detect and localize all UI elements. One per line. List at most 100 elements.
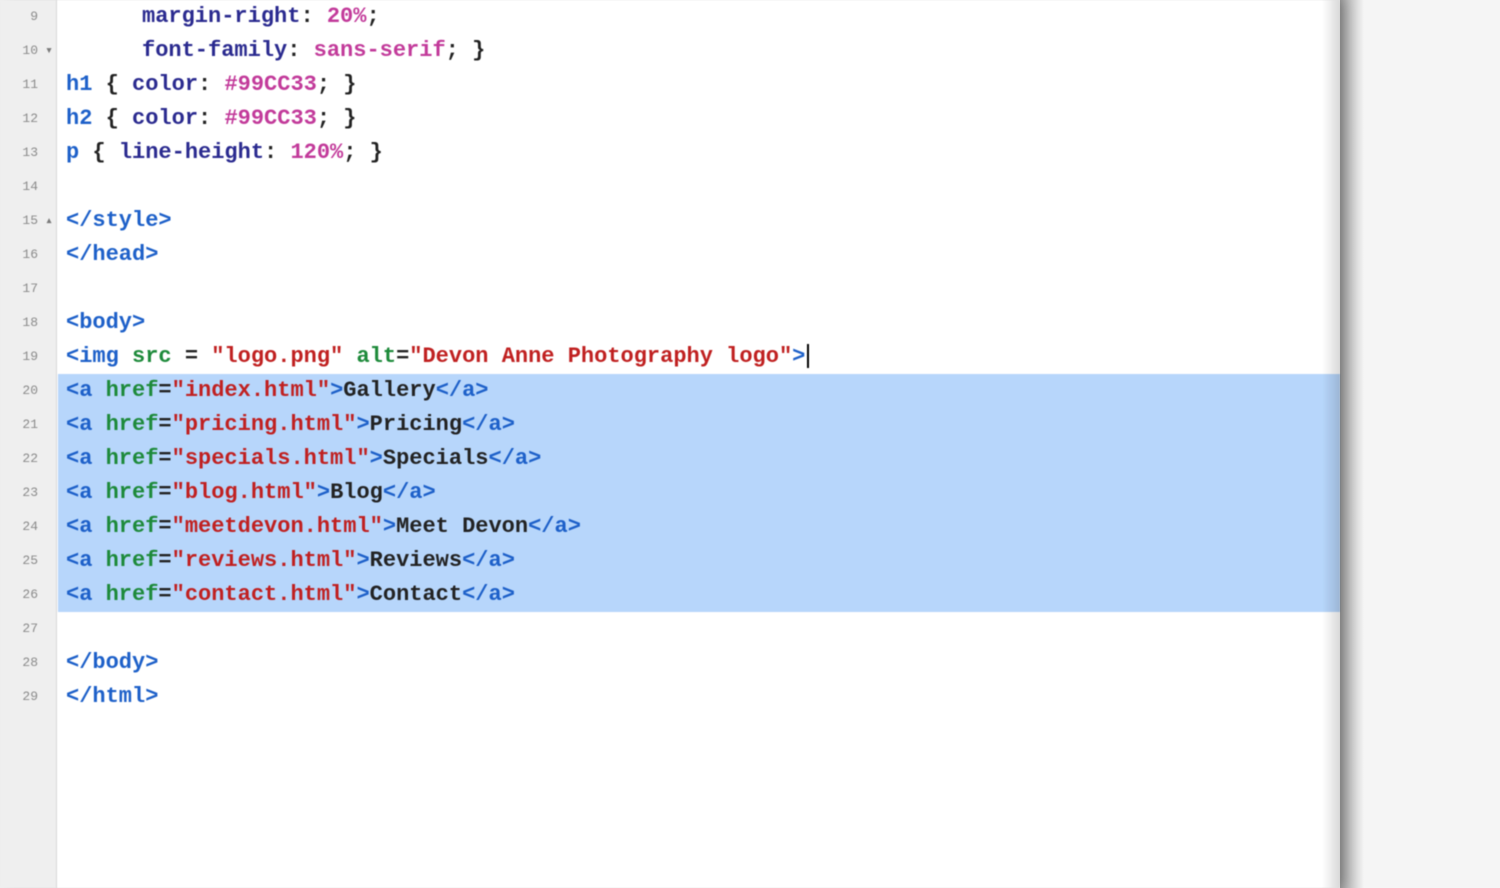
code-line[interactable]: 14 bbox=[0, 170, 1340, 204]
code-text[interactable]: </html> bbox=[58, 680, 1340, 714]
code-text[interactable]: <a href="blog.html">Blog</a> bbox=[58, 476, 1340, 510]
line-number[interactable]: 27 bbox=[0, 612, 40, 646]
token: "pricing.html" bbox=[172, 412, 357, 437]
fold-toggle-icon[interactable] bbox=[40, 0, 58, 34]
code-text[interactable]: h2 { color: #99CC33; } bbox=[58, 102, 1340, 136]
token: "contact.html" bbox=[172, 582, 357, 607]
fold-toggle-icon[interactable] bbox=[40, 578, 58, 612]
line-number[interactable]: 11 bbox=[0, 68, 40, 102]
line-number[interactable]: 17 bbox=[0, 272, 40, 306]
line-number[interactable]: 28 bbox=[0, 646, 40, 680]
code-area[interactable]: 9margin-right: 20%;10▾font-family: sans-… bbox=[0, 0, 1340, 714]
fold-toggle-icon[interactable] bbox=[40, 238, 58, 272]
fold-toggle-icon[interactable] bbox=[40, 306, 58, 340]
fold-toggle-icon[interactable] bbox=[40, 646, 58, 680]
token: > bbox=[383, 514, 396, 539]
code-text[interactable]: </head> bbox=[58, 238, 1340, 272]
scrollbar-shadow bbox=[1322, 0, 1340, 888]
code-text[interactable]: <a href="specials.html">Specials</a> bbox=[58, 442, 1340, 476]
token: ; bbox=[366, 4, 379, 29]
code-line[interactable]: 24 <a href="meetdevon.html">Meet Devon</a… bbox=[0, 510, 1340, 544]
line-number[interactable]: 21 bbox=[0, 408, 40, 442]
line-number[interactable]: 25 bbox=[0, 544, 40, 578]
fold-toggle-icon[interactable]: ▴ bbox=[40, 204, 58, 238]
code-line[interactable]: 27 bbox=[0, 612, 1340, 646]
code-line[interactable]: 17 bbox=[0, 272, 1340, 306]
line-number[interactable]: 23 bbox=[0, 476, 40, 510]
code-text[interactable] bbox=[58, 170, 1340, 204]
code-text[interactable]: </body> bbox=[58, 646, 1340, 680]
code-text[interactable]: <a href="meetdevon.html">Meet Devon</a> bbox=[58, 510, 1340, 544]
token: > bbox=[317, 480, 330, 505]
line-number[interactable]: 20 bbox=[0, 374, 40, 408]
token: Meet Devon bbox=[396, 514, 528, 539]
code-text[interactable]: <a href="contact.html">Contact</a> bbox=[58, 578, 1340, 612]
code-text[interactable] bbox=[58, 612, 1340, 646]
code-text[interactable]: <a href="index.html">Gallery</a> bbox=[58, 374, 1340, 408]
fold-toggle-icon[interactable] bbox=[40, 374, 58, 408]
code-line[interactable]: 23 <a href="blog.html">Blog</a> bbox=[0, 476, 1340, 510]
code-line[interactable]: 18 <body> bbox=[0, 306, 1340, 340]
fold-toggle-icon[interactable] bbox=[40, 272, 58, 306]
fold-toggle-icon[interactable] bbox=[40, 68, 58, 102]
line-number[interactable]: 24 bbox=[0, 510, 40, 544]
code-text[interactable]: h1 { color: #99CC33; } bbox=[58, 68, 1340, 102]
code-line[interactable]: 16 </head> bbox=[0, 238, 1340, 272]
fold-toggle-icon[interactable] bbox=[40, 340, 58, 374]
code-line[interactable]: 26 <a href="contact.html">Contact</a> bbox=[0, 578, 1340, 612]
fold-toggle-icon[interactable] bbox=[40, 544, 58, 578]
fold-toggle-icon[interactable] bbox=[40, 476, 58, 510]
code-line[interactable]: 11 h1 { color: #99CC33; } bbox=[0, 68, 1340, 102]
fold-toggle-icon[interactable] bbox=[40, 136, 58, 170]
fold-toggle-icon[interactable] bbox=[40, 510, 58, 544]
line-number[interactable]: 18 bbox=[0, 306, 40, 340]
line-number[interactable]: 19 bbox=[0, 340, 40, 374]
code-text[interactable]: p { line-height: 120%; } bbox=[58, 136, 1340, 170]
code-line[interactable]: 25 <a href="reviews.html">Reviews</a> bbox=[0, 544, 1340, 578]
code-line[interactable]: 9 margin-right: 20%; bbox=[0, 0, 1340, 34]
line-number[interactable]: 13 bbox=[0, 136, 40, 170]
fold-toggle-icon[interactable] bbox=[40, 442, 58, 476]
fold-toggle-icon[interactable] bbox=[40, 408, 58, 442]
fold-toggle-icon[interactable] bbox=[40, 612, 58, 646]
line-number[interactable]: 26 bbox=[0, 578, 40, 612]
line-number[interactable]: 10 bbox=[0, 34, 40, 68]
token: src bbox=[132, 344, 172, 369]
code-line[interactable]: 12 h2 { color: #99CC33; } bbox=[0, 102, 1340, 136]
code-text[interactable]: font-family: sans-serif; } bbox=[58, 34, 1340, 68]
code-line[interactable]: 19 <img src = "logo.png" alt="Devon Anne … bbox=[0, 340, 1340, 374]
token: Pricing bbox=[370, 412, 462, 437]
code-line[interactable]: 15▴</style> bbox=[0, 204, 1340, 238]
line-number[interactable]: 22 bbox=[0, 442, 40, 476]
token: ; } bbox=[343, 140, 383, 165]
page-drop-shadow bbox=[1340, 0, 1370, 888]
line-number[interactable]: 14 bbox=[0, 170, 40, 204]
code-line[interactable]: 28 </body> bbox=[0, 646, 1340, 680]
token: </a> bbox=[528, 514, 581, 539]
code-text[interactable] bbox=[58, 272, 1340, 306]
line-number[interactable]: 15 bbox=[0, 204, 40, 238]
fold-toggle-icon[interactable] bbox=[40, 170, 58, 204]
code-text[interactable]: <body> bbox=[58, 306, 1340, 340]
code-line[interactable]: 20 <a href="index.html">Gallery</a> bbox=[0, 374, 1340, 408]
fold-toggle-icon[interactable] bbox=[40, 680, 58, 714]
fold-toggle-icon[interactable]: ▾ bbox=[40, 34, 58, 68]
code-text[interactable]: margin-right: 20%; bbox=[58, 0, 1340, 34]
code-line[interactable]: 13 p { line-height: 120%; } bbox=[0, 136, 1340, 170]
code-text[interactable]: <a href="pricing.html">Pricing</a> bbox=[58, 408, 1340, 442]
line-number[interactable]: 9 bbox=[0, 0, 40, 34]
code-line[interactable]: 29 </html> bbox=[0, 680, 1340, 714]
token: <a bbox=[66, 446, 106, 471]
code-text[interactable]: <img src = "logo.png" alt="Devon Anne Ph… bbox=[58, 340, 1340, 374]
code-line[interactable]: 10▾font-family: sans-serif; } bbox=[0, 34, 1340, 68]
line-number[interactable]: 12 bbox=[0, 102, 40, 136]
code-line[interactable]: 21 <a href="pricing.html">Pricing</a> bbox=[0, 408, 1340, 442]
token: { bbox=[92, 72, 132, 97]
line-number[interactable]: 29 bbox=[0, 680, 40, 714]
fold-toggle-icon[interactable] bbox=[40, 102, 58, 136]
code-text[interactable]: </style> bbox=[58, 204, 1340, 238]
code-text[interactable]: <a href="reviews.html">Reviews</a> bbox=[58, 544, 1340, 578]
token: href bbox=[106, 378, 159, 403]
line-number[interactable]: 16 bbox=[0, 238, 40, 272]
code-line[interactable]: 22 <a href="specials.html">Specials</a> bbox=[0, 442, 1340, 476]
